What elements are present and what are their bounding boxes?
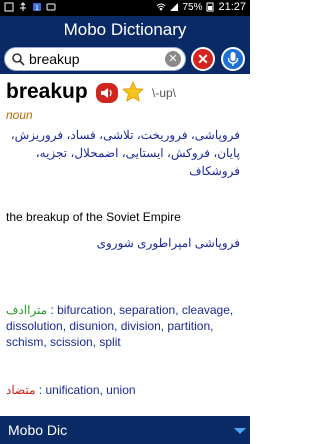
microphone-icon (227, 52, 239, 66)
favorite-star-icon[interactable] (122, 81, 144, 103)
pronunciation: \-up\ (152, 86, 177, 100)
synonyms-section: متراادف : bifurcation, separation, cleav… (6, 302, 244, 350)
bottom-bar-title: Mobo Dic (8, 422, 68, 438)
definition-panel: breakup \-up\ noun فروپاشی، فروریخت، تلا… (0, 74, 250, 416)
search-query: breakup (29, 51, 80, 67)
clock: 21:27 (218, 1, 246, 13)
antonyms-list: : unification, union (35, 383, 136, 397)
antonyms-label: متضاد (6, 383, 36, 397)
synonyms-label: متراادف (6, 303, 48, 317)
notification-icon: 1 (33, 3, 41, 12)
example-sentence: the breakup of the Soviet Empire (6, 210, 181, 224)
chat-icon (46, 3, 56, 11)
antonyms-section: متضاد : unification, union (6, 382, 244, 398)
search-icon (12, 53, 25, 66)
battery-percent: 75% (182, 1, 203, 13)
search-bar: breakup ✕ ✕ (0, 44, 250, 74)
clear-icon[interactable]: ✕ (165, 51, 181, 67)
search-input[interactable]: breakup ✕ (4, 47, 186, 71)
voice-search-button[interactable] (221, 47, 245, 71)
sim-icon (4, 2, 14, 12)
usb-icon (20, 2, 26, 11)
expand-arrow-icon[interactable] (234, 428, 246, 434)
signal-icon (170, 3, 179, 11)
app-title: Mobo Dictionary (0, 16, 250, 44)
bottom-bar[interactable]: Mobo Dic (0, 416, 250, 444)
persian-meaning: فروپاشی، فروریخت، تلاشی، فساد، فروریزش، … (10, 128, 240, 178)
speaker-icon[interactable] (96, 83, 118, 103)
close-button[interactable]: ✕ (191, 47, 215, 71)
wifi-icon (157, 3, 166, 11)
part-of-speech: noun (6, 108, 33, 122)
status-bar-system: 75% 21:27 (156, 1, 246, 13)
screen: 1 75% 21:27 Mobo Dictionary breakup ✕ ✕ … (0, 0, 250, 444)
svg-text:1: 1 (35, 5, 39, 12)
headword: breakup (6, 80, 88, 103)
example-translation: فروپاشی امپراطوری شوروی (96, 236, 240, 250)
status-bar: 1 75% 21:27 (0, 0, 250, 16)
battery-icon (206, 2, 214, 12)
status-bar-notifications: 1 (4, 2, 56, 12)
